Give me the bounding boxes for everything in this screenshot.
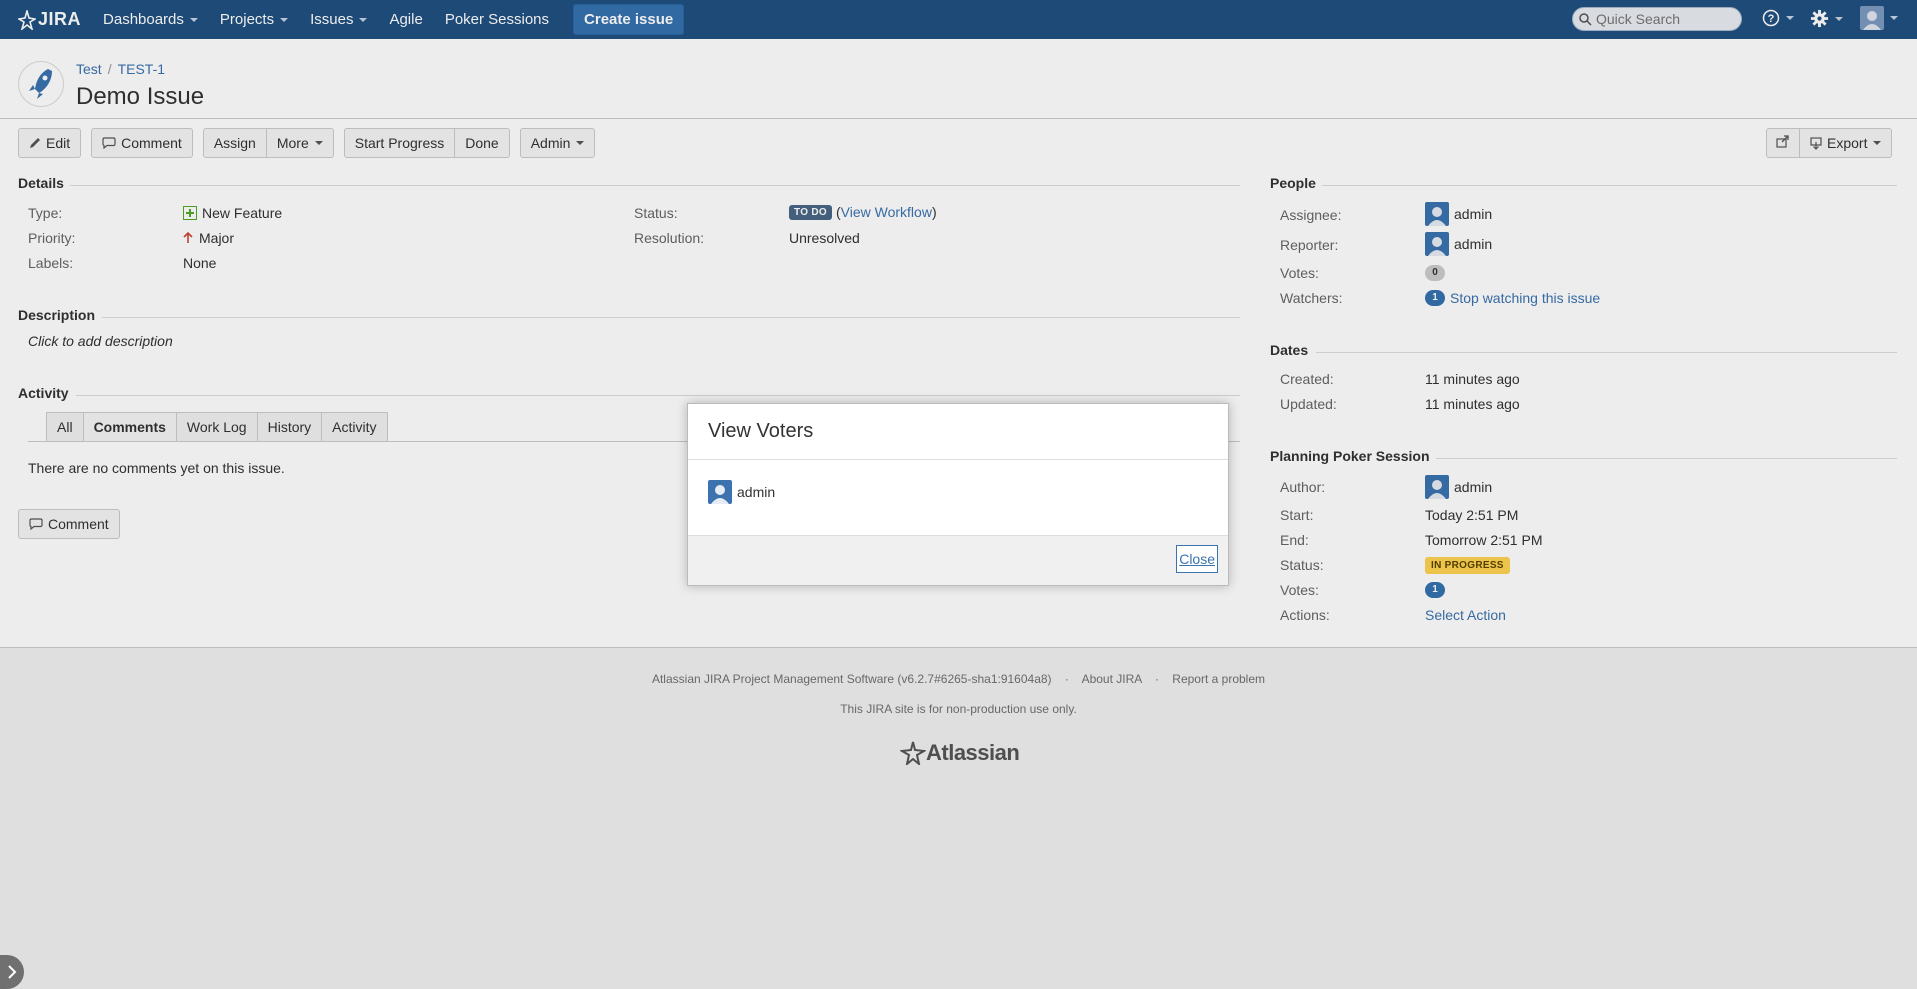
avatar bbox=[708, 480, 732, 504]
voter-item[interactable]: admin bbox=[708, 480, 775, 504]
dialog-title: View Voters bbox=[688, 404, 1228, 460]
dialog-footer: Close bbox=[688, 535, 1228, 585]
view-voters-dialog: View Voters admin Close bbox=[687, 403, 1229, 586]
close-button[interactable]: Close bbox=[1176, 545, 1218, 573]
voters-list: admin bbox=[688, 460, 1228, 535]
chevron-right-icon bbox=[8, 965, 17, 979]
voter-name: admin bbox=[737, 484, 776, 500]
